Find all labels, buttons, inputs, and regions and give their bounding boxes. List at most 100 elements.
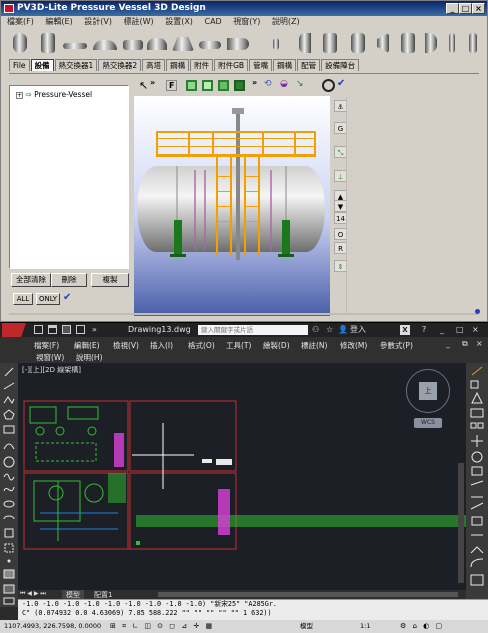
qat-more-icon[interactable]: »: [92, 323, 97, 337]
tab-heat-exchanger-1[interactable]: 熱交換器1: [54, 59, 98, 71]
pipe-shape-icon[interactable]: [63, 43, 87, 49]
copy-button[interactable]: 複製: [91, 273, 129, 287]
flat-head-icon[interactable]: [123, 40, 143, 50]
hemisphere-icon[interactable]: [227, 38, 249, 50]
command-line[interactable]: -1.0 -1.0 -1.0 -1.0 -1.0 -1.0 -1.0 -1.0 …: [18, 599, 488, 620]
ac-menu-help[interactable]: 說明(H): [76, 352, 103, 363]
ac-menu-modify[interactable]: 修改(M): [340, 340, 367, 351]
cone-icon[interactable]: [172, 37, 194, 51]
maximize-button[interactable]: □: [459, 3, 472, 14]
view-cube-4-icon[interactable]: [234, 80, 245, 91]
ac-menu-parametric[interactable]: 參數式(P): [380, 340, 413, 351]
login-link[interactable]: 登入: [350, 323, 366, 337]
3d-viewport[interactable]: [134, 96, 330, 316]
ac-menu-edit[interactable]: 編輯(E): [74, 340, 100, 351]
tab-piping[interactable]: 配管: [297, 59, 321, 71]
help-icon[interactable]: ?: [422, 323, 426, 337]
tab-steel-2[interactable]: 鋼構: [273, 59, 297, 71]
save-icon[interactable]: [62, 325, 71, 334]
ac-close-button[interactable]: ×: [472, 323, 479, 337]
menu-edit[interactable]: 編輯(E): [45, 17, 72, 26]
tree-item-pressure-vessel[interactable]: + ⇨ Pressure-Vessel: [16, 90, 92, 99]
clear-all-button[interactable]: 全部清除: [11, 273, 51, 287]
drafting-toggles-icon[interactable]: ⊞ ⌗ ∟ ◫ ⊙ ◻ ⊿ ✛ ▦: [110, 620, 214, 633]
ac-menu-view[interactable]: 檢視(V): [113, 340, 139, 351]
flange-icon[interactable]: [351, 33, 365, 53]
binoculars-icon[interactable]: ⚇: [312, 323, 319, 337]
tab-file[interactable]: File: [9, 59, 30, 71]
shade-icon[interactable]: ◒: [280, 79, 288, 89]
autocad-logo-icon[interactable]: [2, 323, 26, 337]
vertical-vessel-icon[interactable]: [41, 33, 55, 53]
ac-menu-draw[interactable]: 繪製(D): [263, 340, 290, 351]
menu-cad[interactable]: CAD: [204, 17, 221, 26]
ac-menu-dimension[interactable]: 標註(N): [301, 340, 327, 351]
annotation-scale[interactable]: 1:1: [360, 620, 370, 633]
exchange-icon[interactable]: X: [400, 325, 410, 335]
tab-nozzle[interactable]: 管嘴: [249, 59, 273, 71]
view-cube-2-icon[interactable]: [202, 80, 213, 91]
reducer-icon[interactable]: [377, 33, 389, 53]
ac-maximize-button[interactable]: □: [456, 323, 464, 337]
pointer-icon[interactable]: ↖: [139, 79, 148, 92]
front-view-button[interactable]: F: [166, 80, 178, 91]
drawing-canvas[interactable]: [-][上][2D 線架構] 上 WCS: [18, 363, 466, 590]
small-rod-icon[interactable]: [273, 38, 279, 50]
menu-annotate[interactable]: 標註(W): [124, 17, 154, 26]
head-right-icon[interactable]: [425, 33, 437, 53]
viewcube-top-face[interactable]: 上: [419, 382, 437, 400]
check-icon[interactable]: ✔: [63, 292, 71, 303]
view-cube-1-icon[interactable]: [186, 80, 197, 91]
tab-attachment[interactable]: 附件: [190, 59, 214, 71]
column-icon[interactable]: [323, 33, 337, 53]
ac-menu-tools[interactable]: 工具(T): [226, 340, 251, 351]
doc-close-button[interactable]: ×: [476, 339, 483, 348]
ac-menu-window[interactable]: 視窗(W): [36, 352, 64, 363]
orbit-icon[interactable]: [322, 79, 335, 92]
wcs-menu[interactable]: WCS: [414, 418, 442, 428]
open-file-icon[interactable]: [48, 325, 57, 334]
dish-head-icon[interactable]: [93, 40, 117, 50]
status-tray-icons[interactable]: ⚙ ⌂ ◐ ▢: [400, 620, 444, 633]
only-button[interactable]: ONLY: [36, 293, 60, 305]
plate-icon[interactable]: [449, 33, 455, 53]
elbow-icon[interactable]: [147, 38, 167, 50]
menu-design[interactable]: 設計(V): [84, 17, 112, 26]
menu-window[interactable]: 視窗(Y): [233, 17, 260, 26]
tab-heat-exchanger-2[interactable]: 熱交換器2: [98, 59, 142, 71]
model-space-toggle[interactable]: 模型: [300, 620, 313, 633]
star-icon[interactable]: ☆: [326, 323, 333, 337]
doc-restore-button[interactable]: ⧉: [462, 339, 468, 349]
more-icon[interactable]: »: [150, 78, 155, 87]
vertical-scrollbar[interactable]: [458, 463, 464, 583]
expand-icon[interactable]: +: [16, 91, 23, 99]
ac-menu-file[interactable]: 檔案(F): [34, 340, 59, 351]
head-left-icon[interactable]: [299, 33, 311, 53]
minimize-button[interactable]: _: [446, 3, 459, 14]
delete-button[interactable]: 刪除: [51, 273, 87, 287]
ac-menu-insert[interactable]: 插入(I): [150, 340, 173, 351]
view-cube-3-icon[interactable]: [218, 80, 229, 91]
saddle-icon[interactable]: [401, 33, 415, 53]
menu-settings[interactable]: 設置(X): [165, 17, 193, 26]
torus-icon[interactable]: [199, 41, 221, 49]
rotate-icon[interactable]: ⟲: [264, 79, 272, 89]
tab-tower[interactable]: 高塔: [142, 59, 166, 71]
doc-minimize-button[interactable]: _: [446, 339, 450, 348]
more-icon-2[interactable]: »: [252, 78, 257, 87]
tab-equipment-platform[interactable]: 設備陣台: [321, 59, 360, 71]
cursor-coordinates[interactable]: 1107.4993, 226.7598, 0.0000: [4, 622, 101, 630]
user-icon[interactable]: 👤: [338, 323, 348, 337]
horizontal-scrollbar[interactable]: [158, 592, 458, 597]
close-button[interactable]: ×: [472, 3, 485, 14]
new-file-icon[interactable]: [34, 325, 43, 334]
rod-icon[interactable]: [469, 33, 477, 53]
tab-nav-arrows[interactable]: ⏮ ◀ ▶ ⏭: [20, 590, 46, 598]
search-input[interactable]: 鍵入關鍵字或片語: [198, 325, 308, 335]
ac-minimize-button[interactable]: _: [440, 323, 444, 337]
print-icon[interactable]: [76, 325, 85, 334]
apply-check-icon[interactable]: ✔: [337, 78, 345, 89]
cylinder-shape-icon[interactable]: [13, 33, 27, 53]
menu-file[interactable]: 檔案(F): [7, 17, 34, 26]
model-tree[interactable]: + ⇨ Pressure-Vessel: [9, 85, 129, 269]
